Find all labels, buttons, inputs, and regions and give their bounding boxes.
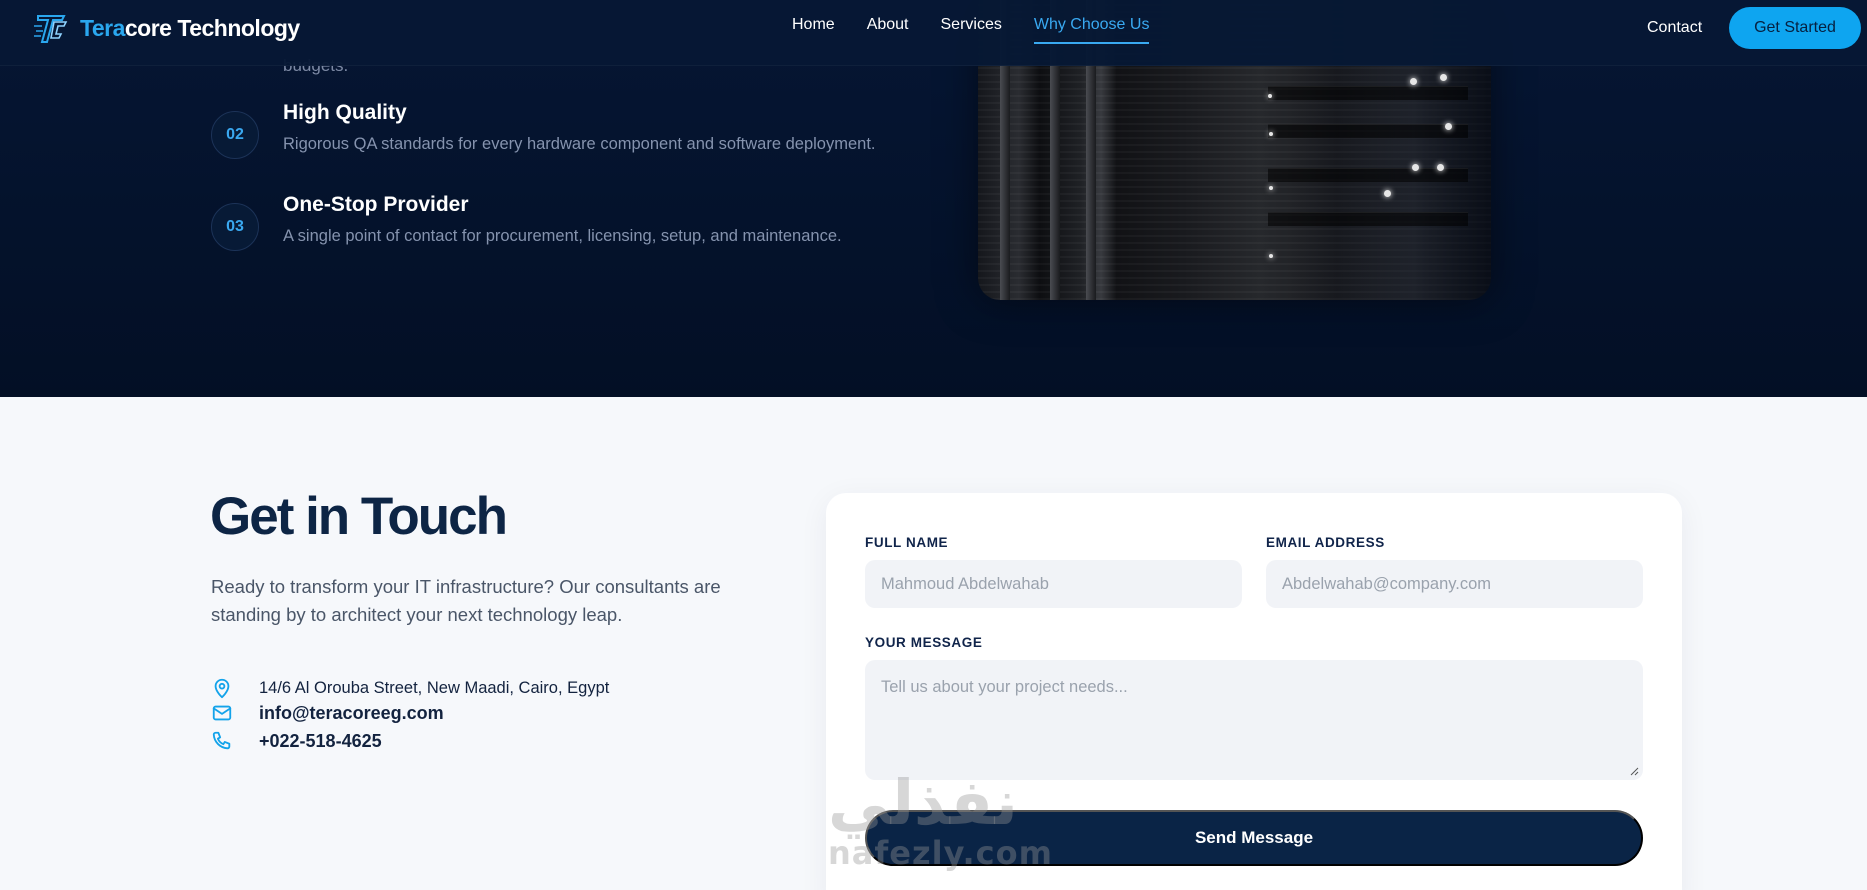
message-textarea[interactable]: Tell us about your project needs...: [865, 660, 1643, 780]
message-label: YOUR MESSAGE: [865, 635, 983, 650]
nav-link-home[interactable]: Home: [792, 16, 835, 44]
nav-link-services[interactable]: Services: [941, 16, 1002, 44]
address-text: 14/6 Al Orouba Street, New Maadi, Cairo,…: [259, 678, 610, 697]
logo[interactable]: Teracore Technology: [34, 12, 300, 44]
resize-handle-icon[interactable]: [1629, 766, 1639, 776]
watermark-latin: nafezly.com: [828, 834, 1053, 872]
email-address-label: EMAIL ADDRESS: [1266, 535, 1385, 550]
feature-description: Rigorous QA standards for every hardware…: [283, 135, 876, 153]
main-nav: Home About Services Why Choose Us: [792, 16, 1181, 44]
watermark-arabic: نفذلي: [828, 766, 1018, 839]
phone-link[interactable]: +022-518-4625: [259, 731, 382, 752]
contact-heading: Get in Touch: [210, 487, 508, 546]
mail-icon: [212, 705, 232, 721]
message-placeholder: Tell us about your project needs...: [881, 678, 1128, 696]
full-name-label: FULL NAME: [865, 535, 949, 550]
feature-description: A single point of contact for procuremen…: [283, 227, 842, 245]
top-navbar: Teracore Technology Home About Services …: [0, 0, 1867, 66]
full-name-input[interactable]: Mahmoud Abdelwahab: [865, 560, 1242, 608]
phone-row: +022-518-4625: [211, 730, 382, 752]
feature-number-badge: 03: [211, 203, 259, 251]
email-address-input[interactable]: Abdelwahab@company.com: [1266, 560, 1643, 608]
nav-link-contact[interactable]: Contact: [1647, 19, 1702, 37]
email-row: info@teracoreeg.com: [211, 702, 444, 724]
nav-link-why-choose-us[interactable]: Why Choose Us: [1033, 16, 1150, 44]
feature-number-badge: 02: [211, 111, 259, 159]
teracore-logo-icon: [34, 15, 68, 43]
feature-title: One-Stop Provider: [283, 193, 469, 216]
feature-title: High Quality: [283, 101, 407, 124]
brand-name: Teracore Technology: [80, 14, 300, 41]
address-row: 14/6 Al Orouba Street, New Maadi, Cairo,…: [211, 677, 609, 699]
phone-icon: [212, 731, 231, 750]
contact-lead-text: Ready to transform your IT infrastructur…: [211, 576, 721, 625]
nav-link-about[interactable]: About: [867, 16, 909, 44]
watermark: نفذلي nafezly.com: [828, 766, 1053, 873]
email-link[interactable]: info@teracoreeg.com: [259, 703, 444, 724]
get-started-button[interactable]: Get Started: [1729, 7, 1861, 49]
map-pin-icon: [214, 678, 230, 699]
